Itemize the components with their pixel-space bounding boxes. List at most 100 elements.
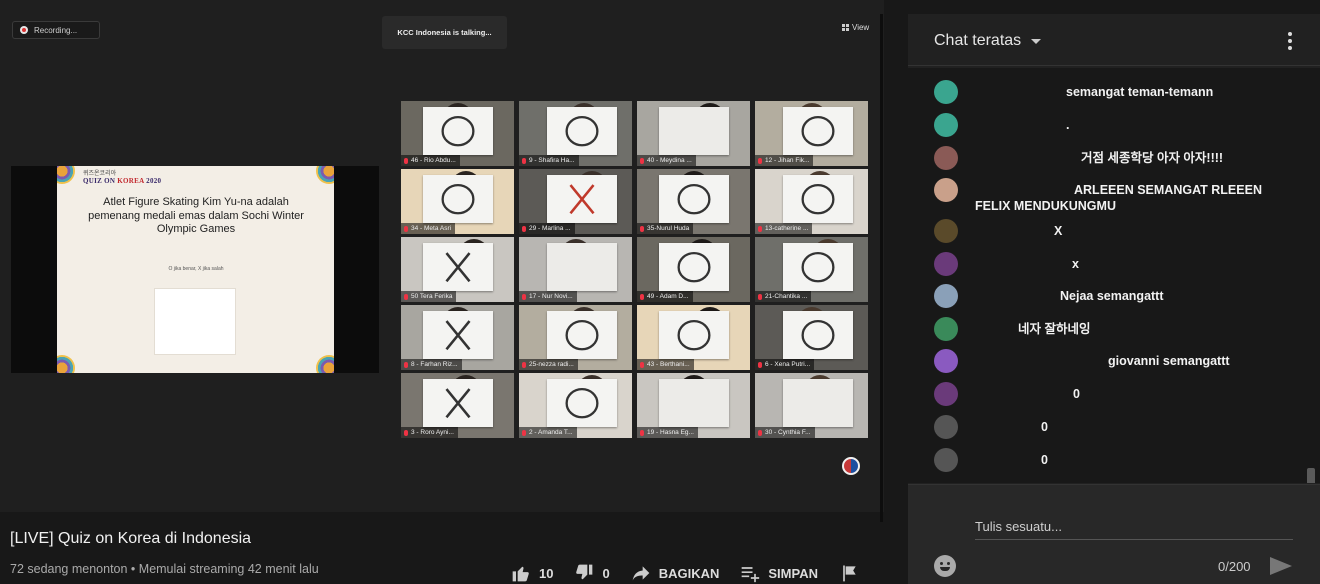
answer-paper	[659, 311, 729, 359]
participant-tile[interactable]: 21-Chantika ...	[755, 237, 868, 302]
participant-tile[interactable]: 30 - Cynthia F...	[755, 373, 868, 438]
logo-accent: KOREA	[117, 176, 145, 185]
chat-mode-dropdown[interactable]: Chat teratas	[934, 32, 1021, 50]
participant-name: 40 - Meydina ...	[637, 155, 696, 166]
avatar[interactable]	[934, 146, 958, 170]
participant-name: 43 - Berthani...	[637, 359, 694, 370]
participant-name: 6 - Xena Putri...	[755, 359, 815, 370]
circle-answer-icon	[565, 115, 599, 147]
participant-name-label: 8 - Farhan Riz...	[411, 361, 458, 368]
cross-answer-icon	[445, 252, 471, 282]
mic-muted-icon	[404, 225, 408, 232]
participant-name-label: 12 - Jihan Fik...	[765, 157, 810, 164]
avatar[interactable]	[934, 284, 958, 308]
participant-name: 35-Nurul Huda	[637, 223, 694, 234]
avatar[interactable]	[934, 178, 958, 202]
recording-badge[interactable]: Recording...	[12, 21, 100, 39]
chat-message-list[interactable]: semangat teman-temann. 거점 세종학당 아자 아자!!!! A…	[908, 68, 1320, 483]
cross-answer-icon	[445, 388, 471, 418]
view-toggle-button[interactable]: View	[842, 23, 869, 32]
quiz-image-placeholder	[154, 288, 236, 355]
circle-answer-icon	[801, 251, 835, 283]
answer-paper	[783, 107, 853, 155]
logo-year: 2020	[144, 176, 162, 185]
answer-paper	[783, 379, 853, 427]
participant-tile[interactable]: 46 - Rio Abdu...	[401, 101, 514, 166]
send-icon[interactable]	[1270, 557, 1292, 575]
chat-message-text: Nejaa semangattt	[1060, 289, 1164, 303]
avatar[interactable]	[934, 113, 958, 137]
avatar[interactable]	[934, 219, 958, 243]
mic-muted-icon	[758, 293, 762, 300]
logo-prefix: QUIZ ON	[83, 176, 118, 185]
more-options-icon[interactable]	[1288, 32, 1292, 50]
share-button[interactable]: BAGIKAN	[630, 563, 719, 583]
chevron-down-icon[interactable]	[1031, 39, 1041, 44]
participant-tile[interactable]: 34 - Meta Asri	[401, 169, 514, 234]
participant-tile[interactable]: 13-catherine ...	[755, 169, 868, 234]
participant-name-label: 17 - Nur Novi...	[529, 293, 573, 300]
participant-name-label: 40 - Meydina ...	[647, 157, 692, 164]
thumbs-up-icon	[512, 566, 529, 582]
mic-muted-icon	[758, 225, 762, 232]
participant-tile[interactable]: 49 - Adam D...	[637, 237, 750, 302]
like-button[interactable]: 10	[510, 563, 553, 583]
save-button[interactable]: SIMPAN	[739, 563, 818, 583]
chat-message-text: giovanni semangattt	[1108, 354, 1230, 368]
participant-name-label: 43 - Berthani...	[647, 361, 690, 368]
grid-view-icon	[842, 24, 849, 31]
chat-message-text: 0	[1073, 387, 1080, 401]
circle-answer-icon	[801, 115, 835, 147]
page: Recording... KCC Indonesia is talking...…	[0, 0, 1320, 584]
participant-tile[interactable]: 9 - Shafira Ha...	[519, 101, 632, 166]
mic-muted-icon	[640, 293, 644, 300]
participant-name-label: 19 - Hasna Eg...	[647, 429, 694, 436]
participant-name-label: 34 - Meta Asri	[411, 225, 452, 232]
avatar[interactable]	[934, 448, 958, 472]
participant-tile[interactable]: 6 - Xena Putri...	[755, 305, 868, 370]
avatar[interactable]	[934, 382, 958, 406]
mic-muted-icon	[640, 361, 644, 368]
participant-name-label: 6 - Xena Putri...	[765, 361, 811, 368]
participant-tile[interactable]: 8 - Farhan Riz...	[401, 305, 514, 370]
participant-tile[interactable]: 35-Nurul Huda	[637, 169, 750, 234]
ornament-decoration	[316, 166, 334, 184]
participant-tile[interactable]: 17 - Nur Novi...	[519, 237, 632, 302]
participant-tile[interactable]: 12 - Jihan Fik...	[755, 101, 868, 166]
circle-answer-icon	[801, 183, 835, 215]
video-player[interactable]: Recording... KCC Indonesia is talking...…	[0, 0, 884, 522]
record-icon	[20, 26, 28, 34]
mic-muted-icon	[640, 225, 644, 232]
dislike-button[interactable]: 0	[573, 563, 610, 583]
participant-tile[interactable]: 50 Tera Ferika	[401, 237, 514, 302]
report-button[interactable]	[838, 563, 860, 583]
avatar[interactable]	[934, 317, 958, 341]
answer-paper	[783, 243, 853, 291]
avatar[interactable]	[934, 252, 958, 276]
avatar[interactable]	[934, 415, 958, 439]
avatar[interactable]	[934, 80, 958, 104]
avatar[interactable]	[934, 349, 958, 373]
chat-message-text: 0	[1041, 420, 1048, 434]
participant-name: 12 - Jihan Fik...	[755, 155, 814, 166]
answer-paper	[547, 311, 617, 359]
participant-tile[interactable]: 29 - Marlina ...	[519, 169, 632, 234]
circle-answer-icon	[565, 319, 599, 351]
like-count: 10	[539, 565, 554, 581]
chat-message-text: X	[1054, 224, 1063, 238]
chat-message-text: semangat teman-temann	[1066, 85, 1214, 99]
participant-tile[interactable]: 2 - Amanda T...	[519, 373, 632, 438]
participant-tile[interactable]: 3 - Roro Ayni...	[401, 373, 514, 438]
chat-message-input[interactable]: Tulis sesuatu...	[975, 519, 1293, 540]
participant-tile[interactable]: 40 - Meydina ...	[637, 101, 750, 166]
emoji-icon[interactable]	[934, 555, 956, 577]
participant-tile[interactable]: 43 - Berthani...	[637, 305, 750, 370]
participant-tile[interactable]: 19 - Hasna Eg...	[637, 373, 750, 438]
thumbs-down-icon	[576, 564, 593, 580]
participant-name: 19 - Hasna Eg...	[637, 427, 698, 438]
chat-scrollbar[interactable]	[1307, 468, 1315, 483]
answer-paper	[659, 175, 729, 223]
participant-name: 9 - Shafira Ha...	[519, 155, 579, 166]
participant-tile[interactable]: 25-nezza radi...	[519, 305, 632, 370]
video-actions: 10 0 BAGIKAN SIMPAN	[510, 563, 880, 583]
